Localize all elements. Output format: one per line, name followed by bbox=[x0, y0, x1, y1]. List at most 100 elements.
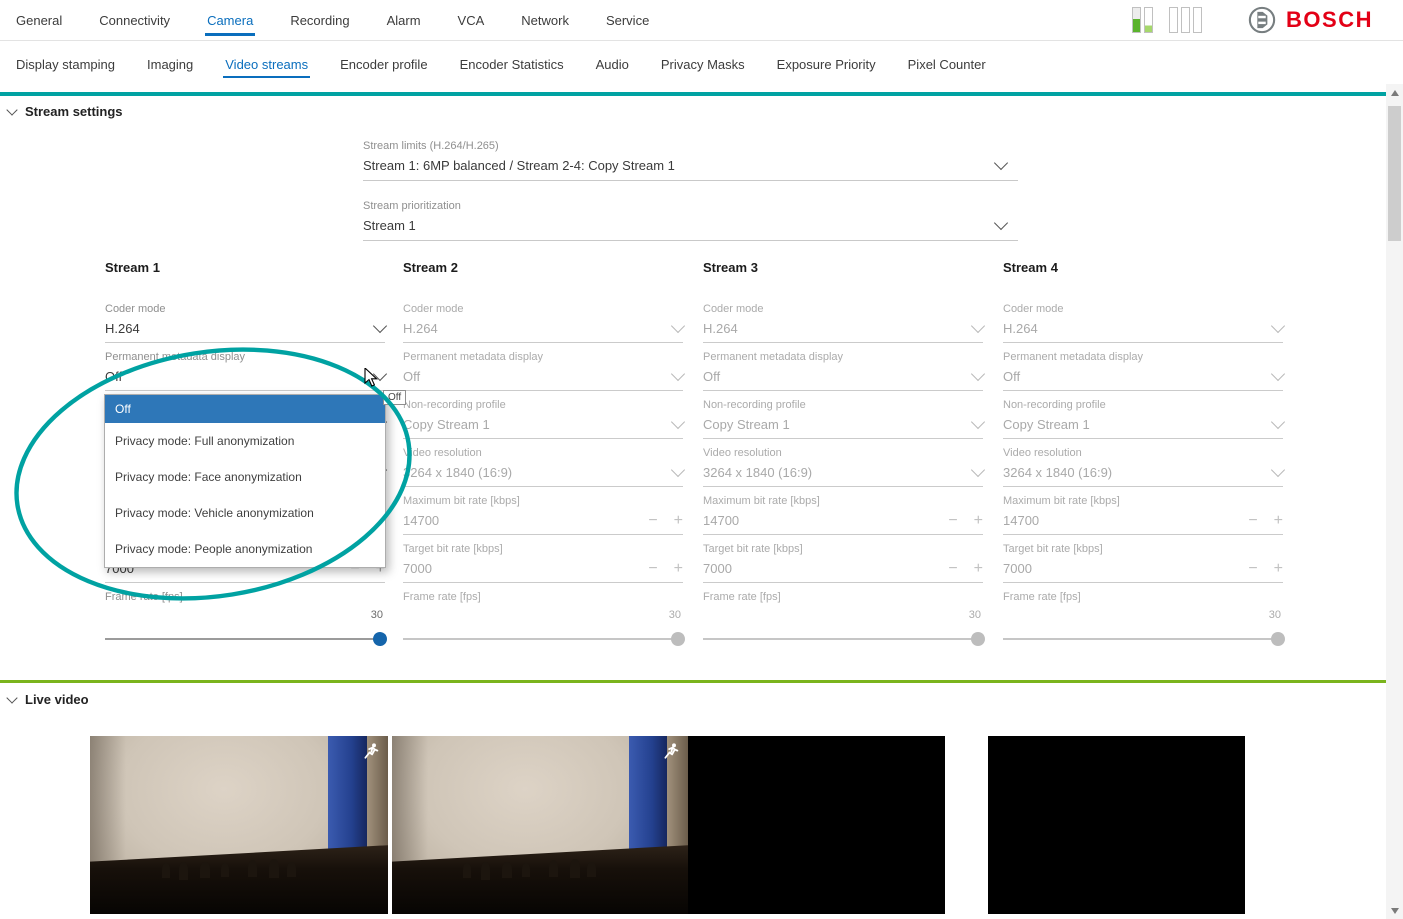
tab-imaging[interactable]: Imaging bbox=[145, 43, 195, 86]
tab-display-stamping[interactable]: Display stamping bbox=[14, 43, 117, 86]
bosch-camera-settings-page: General Connectivity Camera Recording Al… bbox=[0, 0, 1403, 919]
field-value: Off bbox=[703, 369, 720, 384]
video-resolution-field: Video resolution 3264 x 1840 (16:9) bbox=[1003, 447, 1283, 487]
live-video-header[interactable]: Live video bbox=[8, 692, 89, 707]
coder-mode-field: Coder mode H.264 bbox=[403, 303, 683, 343]
frame-rate-slider[interactable] bbox=[703, 631, 983, 647]
decrement-icon[interactable]: − bbox=[1248, 561, 1257, 577]
scroll-down-button[interactable] bbox=[1386, 902, 1403, 919]
dropdown-option-full-anonymization[interactable]: Privacy mode: Full anonymization bbox=[105, 423, 385, 459]
slider-knob[interactable] bbox=[971, 632, 985, 646]
tab-pixel-counter[interactable]: Pixel Counter bbox=[906, 43, 988, 86]
field-value: 3264 x 1840 (16:9) bbox=[403, 465, 512, 480]
increment-icon[interactable]: + bbox=[974, 513, 983, 529]
max-bitrate-field: Maximum bit rate [kbps] 14700 −+ bbox=[403, 495, 683, 535]
dropdown-option-face-anonymization[interactable]: Privacy mode: Face anonymization bbox=[105, 459, 385, 495]
chevron-down-icon bbox=[1271, 462, 1285, 476]
non-recording-profile-select[interactable]: Copy Stream 1 bbox=[703, 412, 983, 435]
increment-icon[interactable]: + bbox=[674, 513, 683, 529]
nav-vca[interactable]: VCA bbox=[456, 1, 487, 40]
dropdown-option-off[interactable]: Off bbox=[105, 395, 385, 423]
chevron-down-icon bbox=[971, 462, 985, 476]
nav-connectivity[interactable]: Connectivity bbox=[97, 1, 172, 40]
tab-encoder-profile[interactable]: Encoder profile bbox=[338, 43, 429, 86]
decrement-icon[interactable]: − bbox=[948, 561, 957, 577]
field-value: Copy Stream 1 bbox=[403, 417, 490, 432]
decrement-icon[interactable]: − bbox=[648, 513, 657, 529]
frame-rate-field: Frame rate [fps] 30 bbox=[1003, 591, 1283, 647]
field-value: Off bbox=[403, 369, 420, 384]
metadata-display-select[interactable]: Off bbox=[1003, 364, 1283, 387]
non-recording-profile-field: Non-recording profile Copy Stream 1 bbox=[403, 399, 683, 439]
decrement-icon[interactable]: − bbox=[1248, 513, 1257, 529]
decrement-icon[interactable]: − bbox=[948, 513, 957, 529]
non-recording-profile-select[interactable]: Copy Stream 1 bbox=[403, 412, 683, 435]
video-resolution-select[interactable]: 3264 x 1840 (16:9) bbox=[703, 460, 983, 483]
nav-general[interactable]: General bbox=[14, 1, 64, 40]
field-value: 7000 bbox=[1003, 561, 1032, 576]
dropdown-option-people-anonymization[interactable]: Privacy mode: People anonymization bbox=[105, 531, 385, 567]
video-resolution-select[interactable]: 3264 x 1840 (16:9) bbox=[403, 460, 683, 483]
tab-video-streams[interactable]: Video streams bbox=[223, 43, 310, 86]
slider-knob[interactable] bbox=[373, 632, 387, 646]
slider-knob[interactable] bbox=[1271, 632, 1285, 646]
metadata-display-select[interactable]: Off bbox=[703, 364, 983, 387]
stream-limits-select[interactable]: Stream 1: 6MP balanced / Stream 2-4: Cop… bbox=[363, 153, 1018, 176]
camera-scene bbox=[392, 736, 688, 914]
increment-icon[interactable]: + bbox=[674, 561, 683, 577]
tab-encoder-statistics[interactable]: Encoder Statistics bbox=[458, 43, 566, 86]
vertical-scrollbar[interactable] bbox=[1386, 84, 1403, 919]
stream-prioritization-select[interactable]: Stream 1 bbox=[363, 213, 1018, 236]
field-label: Permanent metadata display bbox=[1003, 351, 1283, 364]
nav-alarm[interactable]: Alarm bbox=[385, 1, 423, 40]
coder-mode-select[interactable]: H.264 bbox=[403, 316, 683, 339]
scrollbar-thumb[interactable] bbox=[1388, 106, 1401, 241]
decrement-icon[interactable]: − bbox=[648, 561, 657, 577]
frame-rate-field: Frame rate [fps] 30 bbox=[703, 591, 983, 647]
metadata-display-select[interactable]: Off bbox=[403, 364, 683, 387]
increment-icon[interactable]: + bbox=[1274, 561, 1283, 577]
max-bitrate-row: 14700 −+ bbox=[403, 508, 683, 531]
slider-knob[interactable] bbox=[671, 632, 685, 646]
scroll-up-button[interactable] bbox=[1386, 84, 1403, 101]
field-value: H.264 bbox=[703, 321, 738, 336]
field-value: H.264 bbox=[105, 321, 140, 336]
stream-settings-header[interactable]: Stream settings bbox=[8, 104, 123, 119]
field-label: Target bit rate [kbps] bbox=[1003, 543, 1283, 556]
chevron-down-icon bbox=[671, 462, 685, 476]
increment-icon[interactable]: + bbox=[974, 561, 983, 577]
nav-service[interactable]: Service bbox=[604, 1, 651, 40]
video-resolution-select[interactable]: 3264 x 1840 (16:9) bbox=[1003, 460, 1283, 483]
field-label: Permanent metadata display bbox=[703, 351, 983, 364]
load-gauge-1 bbox=[1132, 7, 1153, 33]
dropdown-option-vehicle-anonymization[interactable]: Privacy mode: Vehicle anonymization bbox=[105, 495, 385, 531]
slider-track bbox=[403, 638, 683, 640]
frame-rate-value: 30 bbox=[1003, 609, 1283, 621]
live-thumb-stream-4 bbox=[988, 736, 1245, 914]
collapse-chevron-icon bbox=[6, 692, 17, 703]
increment-icon[interactable]: + bbox=[1274, 513, 1283, 529]
coder-mode-select[interactable]: H.264 bbox=[1003, 316, 1283, 339]
nav-camera[interactable]: Camera bbox=[205, 1, 255, 40]
frame-rate-slider[interactable] bbox=[105, 631, 385, 647]
field-label: Video resolution bbox=[703, 447, 983, 460]
chevron-down-icon bbox=[971, 318, 985, 332]
load-gauge-2 bbox=[1169, 7, 1202, 33]
frame-rate-slider[interactable] bbox=[1003, 631, 1283, 647]
max-bitrate-row: 14700 −+ bbox=[703, 508, 983, 531]
tab-privacy-masks[interactable]: Privacy Masks bbox=[659, 43, 747, 86]
tab-exposure-priority[interactable]: Exposure Priority bbox=[775, 43, 878, 86]
stream-limits-field: Stream limits (H.264/H.265) Stream 1: 6M… bbox=[363, 140, 1018, 181]
metadata-display-select[interactable]: Off bbox=[105, 364, 385, 387]
target-bitrate-row: 7000 −+ bbox=[403, 556, 683, 579]
stream-prioritization-value: Stream 1 bbox=[363, 218, 416, 233]
chevron-down-icon bbox=[671, 414, 685, 428]
coder-mode-select[interactable]: H.264 bbox=[105, 316, 385, 339]
nav-recording[interactable]: Recording bbox=[288, 1, 351, 40]
tab-audio[interactable]: Audio bbox=[594, 43, 631, 86]
nav-network[interactable]: Network bbox=[519, 1, 571, 40]
frame-rate-slider[interactable] bbox=[403, 631, 683, 647]
coder-mode-select[interactable]: H.264 bbox=[703, 316, 983, 339]
field-value: H.264 bbox=[1003, 321, 1038, 336]
non-recording-profile-select[interactable]: Copy Stream 1 bbox=[1003, 412, 1283, 435]
